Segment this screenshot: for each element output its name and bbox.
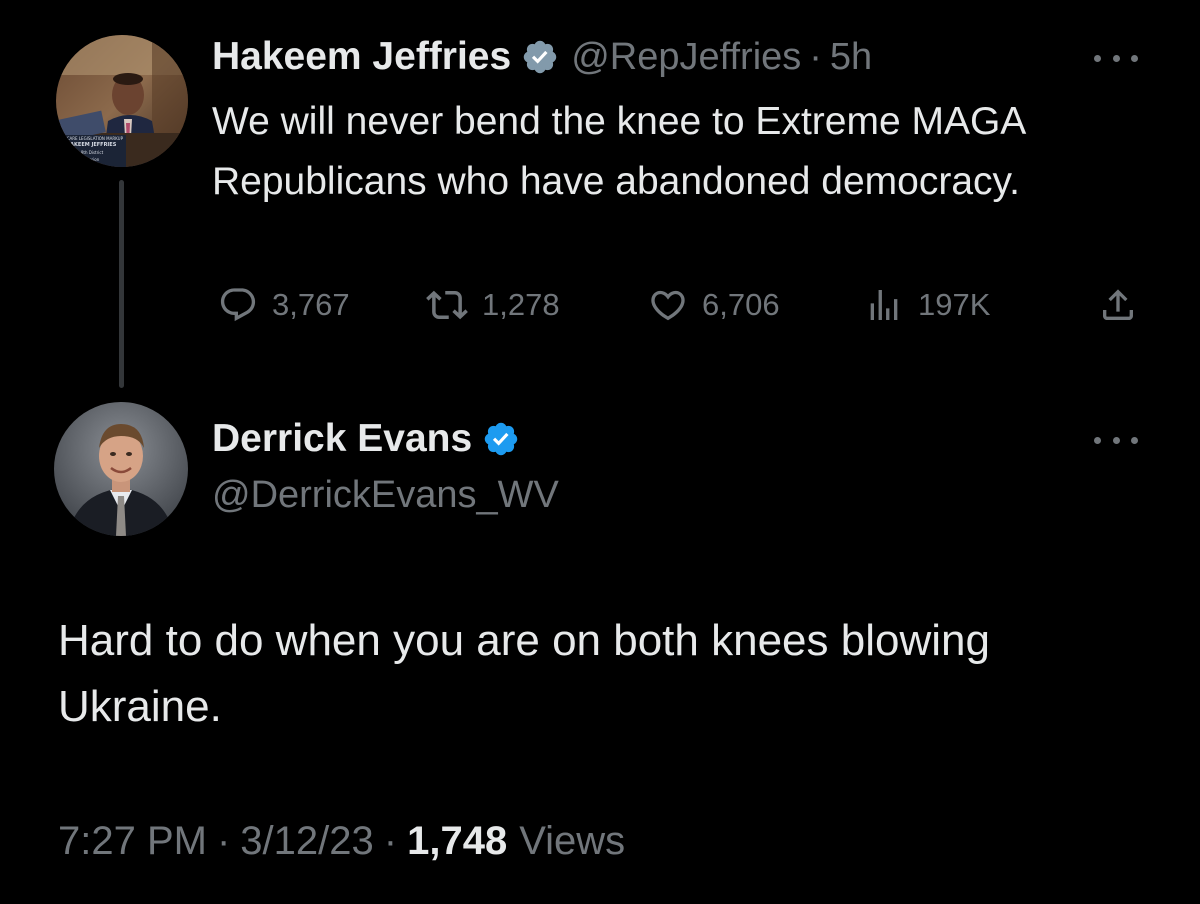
views-label: Views [519, 818, 626, 863]
verified-badge-icon [482, 420, 520, 458]
avatar-photo [54, 402, 188, 536]
handle[interactable]: @DerrickEvans_WV [212, 474, 559, 517]
retweet-button[interactable]: 1,278 [426, 280, 560, 330]
tweet-screen: TH CARE LEGISLATION MARKUP HAKEEM JEFFRI… [0, 0, 1200, 904]
display-name[interactable]: Hakeem Jeffries [212, 35, 511, 79]
reply-bubble-icon [220, 288, 256, 322]
separator-dot: · [383, 818, 398, 863]
reply-button[interactable]: 3,767 [218, 280, 350, 330]
tweet-meta-row: 7:27 PM · 3/12/23 · 1,748 Views [58, 816, 625, 866]
separator-dot: · [809, 35, 822, 78]
like-button[interactable]: 6,706 [648, 280, 780, 330]
nameplate-line-1: TH CARE LEGISLATION MARKUP [60, 136, 124, 141]
reply-tweet-text: Hard to do when you are on both knees bl… [58, 616, 990, 731]
retweet-icon [426, 290, 468, 320]
views-count[interactable]: 1,748 [407, 819, 507, 864]
parent-tweet[interactable]: TH CARE LEGISLATION MARKUP HAKEEM JEFFRI… [0, 0, 1200, 400]
avatar-nameplate: TH CARE LEGISLATION MARKUP HAKEEM JEFFRI… [60, 135, 140, 165]
separator-dot: · [216, 818, 231, 863]
views-bar-chart-icon [870, 290, 898, 320]
thread-connector-line [119, 180, 124, 388]
share-button[interactable] [1098, 280, 1138, 330]
share-upload-icon [1103, 289, 1133, 320]
reply-tweet-header: Derrick Evans [212, 416, 520, 462]
retweet-count: 1,278 [482, 287, 560, 322]
display-name[interactable]: Derrick Evans [212, 417, 472, 461]
more-options-icon[interactable] [1094, 430, 1138, 450]
parent-tweet-header: Hakeem Jeffries @RepJeffries · 5h [212, 34, 872, 80]
tweet-time[interactable]: 5h [830, 36, 872, 79]
views-count: 197K [918, 287, 991, 322]
parent-tweet-text: We will never bend the knee to Extreme M… [212, 100, 1025, 203]
verified-badge-icon [521, 38, 559, 76]
like-count: 6,706 [702, 287, 780, 322]
tweet-date[interactable]: 3/12/23 [240, 819, 373, 864]
views-button[interactable]: 197K [864, 280, 990, 330]
handle[interactable]: @RepJeffries [571, 36, 801, 79]
nameplate-line-2: HAKEEM JEFFRIES [66, 142, 117, 148]
nameplate-line-4: Session [84, 157, 100, 162]
more-options-icon[interactable] [1094, 48, 1138, 68]
avatar-hakeem-jeffries[interactable]: TH CARE LEGISLATION MARKUP HAKEEM JEFFRI… [56, 35, 188, 167]
tweet-time[interactable]: 7:27 PM [58, 819, 207, 864]
reply-count: 3,767 [272, 287, 350, 322]
nameplate-line-3: York, 8th District [70, 150, 104, 155]
avatar-derrick-evans[interactable] [54, 402, 188, 536]
tweet-action-bar: 3,767 1,278 6,706 197K [212, 280, 1142, 330]
heart-icon [651, 290, 685, 321]
